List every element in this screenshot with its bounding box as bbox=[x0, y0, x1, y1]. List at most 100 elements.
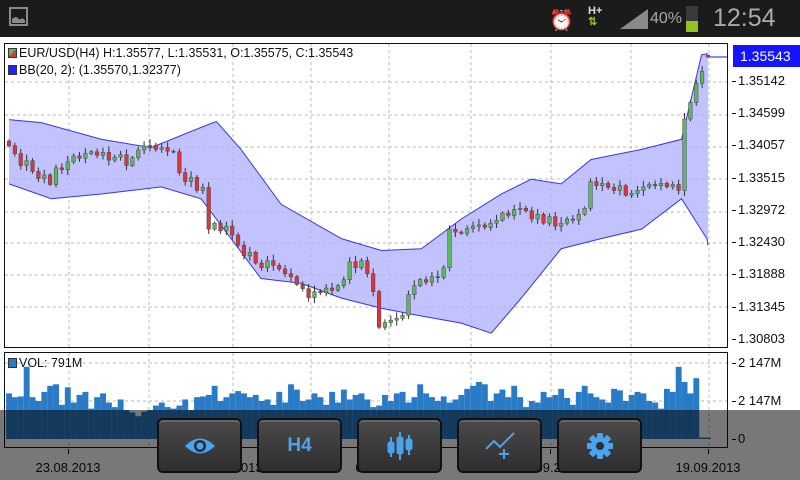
candle-body bbox=[465, 228, 470, 234]
candle-body bbox=[53, 167, 59, 185]
candle-body bbox=[12, 145, 17, 154]
candle-body bbox=[89, 151, 94, 154]
price-axis-label: 1.34599 bbox=[732, 105, 785, 121]
candle-body bbox=[18, 153, 23, 166]
candle-body bbox=[177, 151, 182, 173]
price-axis-label: 1.33515 bbox=[732, 169, 785, 185]
candle-body bbox=[406, 294, 411, 316]
candle-body bbox=[277, 265, 282, 270]
candle-body bbox=[130, 157, 135, 166]
candle-body bbox=[647, 184, 652, 188]
candle-body bbox=[459, 231, 464, 234]
candle-body bbox=[553, 216, 558, 227]
candle-body bbox=[230, 225, 235, 236]
candle-body bbox=[700, 71, 705, 84]
candle-body bbox=[335, 285, 340, 291]
candle-body bbox=[517, 208, 523, 210]
volume-axis-label: 2 147M bbox=[731, 393, 782, 408]
price-axis-label: 1.35142 bbox=[732, 72, 785, 88]
candle-body bbox=[658, 183, 664, 186]
candle-body bbox=[353, 261, 358, 269]
bb-swatch-icon bbox=[8, 65, 17, 75]
candle-body bbox=[388, 319, 393, 323]
current-price-label: 1.35543 bbox=[733, 45, 800, 67]
candle-body bbox=[476, 224, 481, 227]
candle-body bbox=[418, 279, 423, 286]
candle-body bbox=[529, 210, 534, 220]
add-indicator-button[interactable] bbox=[457, 418, 542, 473]
candle-body bbox=[106, 152, 111, 161]
candle-body bbox=[365, 260, 370, 274]
candle-body bbox=[6, 140, 12, 147]
candle-body bbox=[470, 225, 476, 229]
candle-body bbox=[359, 260, 364, 269]
settings-button[interactable] bbox=[557, 418, 642, 473]
candle-body bbox=[494, 219, 499, 224]
status-bar: ⏰ H+ ⇅ 40% 12:54 bbox=[0, 0, 800, 37]
candle-body bbox=[324, 287, 329, 294]
candle-body bbox=[394, 318, 399, 321]
candle-body bbox=[71, 155, 76, 163]
gear-icon bbox=[586, 432, 613, 459]
candle-body bbox=[641, 186, 646, 191]
candle-body bbox=[124, 154, 129, 166]
candle-body bbox=[412, 285, 417, 295]
candle-body bbox=[183, 172, 188, 182]
volume-legend-text: VOL: 791M bbox=[19, 356, 83, 370]
candle-body bbox=[676, 184, 681, 191]
candle-body bbox=[664, 183, 669, 188]
candle-body bbox=[95, 151, 100, 156]
candle-body bbox=[253, 252, 258, 264]
candle-body bbox=[694, 83, 699, 103]
candle-body bbox=[559, 222, 564, 227]
candle-body bbox=[488, 222, 493, 228]
candle-body bbox=[453, 228, 458, 233]
candle-body bbox=[547, 216, 552, 224]
candle-body bbox=[600, 183, 605, 186]
candle-body bbox=[30, 160, 35, 172]
candle-body bbox=[59, 167, 64, 170]
candle-body bbox=[382, 322, 387, 328]
candle-body bbox=[377, 291, 382, 328]
signal-icon bbox=[620, 9, 648, 29]
battery-percent: 40% bbox=[650, 10, 683, 27]
candle-body bbox=[48, 174, 53, 185]
chart-type-button[interactable] bbox=[357, 418, 442, 473]
candle-body bbox=[429, 276, 434, 283]
candle-body bbox=[83, 153, 88, 159]
candle-body bbox=[159, 147, 164, 150]
candle-body bbox=[241, 244, 247, 257]
candle-body bbox=[24, 160, 29, 166]
candle-body bbox=[118, 154, 123, 158]
candle-body bbox=[541, 213, 546, 224]
candle-body bbox=[594, 181, 599, 186]
candle-body bbox=[288, 273, 293, 277]
candle-body bbox=[653, 184, 658, 186]
price-chart[interactable]: EUR/USD(H4) H:1.35577, L:1.35531, O:1.35… bbox=[4, 43, 728, 348]
candle-body bbox=[635, 190, 640, 194]
candle-body bbox=[347, 261, 352, 280]
candle-body bbox=[300, 284, 305, 289]
volume-axis-label: 2 147M bbox=[731, 355, 782, 370]
candle-body bbox=[100, 152, 106, 156]
timeframe-button[interactable]: H4 bbox=[257, 418, 342, 473]
candle-body bbox=[330, 287, 335, 291]
candle-body bbox=[224, 225, 229, 232]
candle-body bbox=[65, 161, 70, 170]
candle-body bbox=[629, 193, 634, 196]
candle-body bbox=[588, 181, 593, 209]
candle-body bbox=[165, 147, 170, 152]
candle-swatch-icon bbox=[8, 48, 17, 58]
candle-body bbox=[576, 213, 581, 221]
candle-body bbox=[147, 144, 153, 147]
gallery-icon bbox=[9, 7, 28, 26]
symbol-legend: EUR/USD(H4) H:1.35577, L:1.35531, O:1.35… bbox=[8, 46, 353, 60]
candle-body bbox=[142, 145, 147, 151]
candle-body bbox=[194, 177, 200, 191]
price-axis-label: 1.32430 bbox=[732, 234, 785, 250]
view-button[interactable] bbox=[157, 418, 242, 473]
candle-body bbox=[705, 54, 711, 58]
eye-icon bbox=[184, 438, 215, 453]
candle-body bbox=[506, 212, 511, 216]
candlestick-icon bbox=[387, 431, 412, 460]
